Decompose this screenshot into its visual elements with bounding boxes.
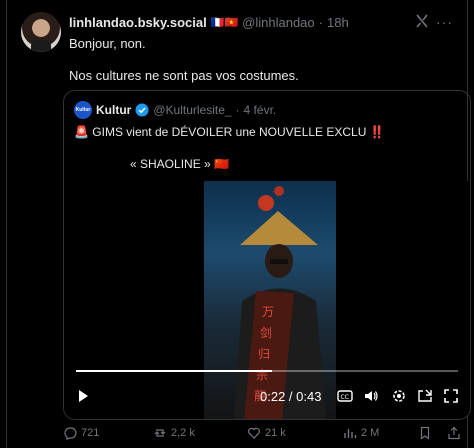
repost-icon xyxy=(154,429,166,437)
author-avatar[interactable] xyxy=(21,12,61,52)
quote-avatar[interactable]: Kultur xyxy=(74,101,92,119)
views-icon xyxy=(344,429,357,438)
pip-icon[interactable] xyxy=(416,387,434,405)
video-overlay-glyph-1: 万 xyxy=(262,305,274,319)
more-icon[interactable]: ··· xyxy=(436,14,453,30)
post-text-line1: Bonjour, non. xyxy=(69,36,146,51)
views-count: 2 M xyxy=(361,427,380,439)
author-flags: 🇫🇷🇻🇳 xyxy=(210,16,239,29)
repost-button[interactable]: 2,2 k xyxy=(153,426,195,440)
svg-text:CC: CC xyxy=(341,394,349,401)
verified-icon xyxy=(135,103,149,117)
quote-text-line1: 🚨 GIMS vient de DÉVOILER une NOUVELLE EX… xyxy=(74,125,385,139)
reply-button[interactable]: 721 xyxy=(63,426,99,440)
video-controls: 0:22 / 0:43 CC xyxy=(64,379,470,415)
quote-text-line2: « SHAOLINE » 🇨🇳 xyxy=(130,157,229,171)
share-icon xyxy=(448,426,460,440)
video-progress-fill xyxy=(76,370,272,372)
repost-count: 2,2 k xyxy=(171,427,195,439)
bookmark-button[interactable] xyxy=(418,426,432,440)
play-icon[interactable] xyxy=(74,387,92,405)
reply-icon xyxy=(64,427,77,440)
quote-author-name[interactable]: Kultur xyxy=(96,103,131,117)
video-time: 0:22 / 0:43 xyxy=(260,389,322,404)
like-icon xyxy=(248,427,260,439)
post-container: linhlandao.bsky.social 🇫🇷🇻🇳 @linhlandao … xyxy=(6,0,471,448)
author-name[interactable]: linhlandao.bsky.social xyxy=(69,15,207,30)
post-text-line2: Nos cultures ne sont pas vos costumes. xyxy=(69,68,299,83)
video-overlay-glyph-3: 归 xyxy=(258,347,270,361)
grok-icon[interactable] xyxy=(415,14,429,28)
cc-icon[interactable]: CC xyxy=(336,387,354,405)
views-button[interactable]: 2 M xyxy=(343,426,379,440)
header-separator: · xyxy=(318,14,323,30)
quote-separator: · xyxy=(235,103,240,117)
post-actions: 721 2,2 k 21 k 2 M xyxy=(63,424,471,442)
quote-handle[interactable]: @Kulturlesite_ xyxy=(153,103,231,117)
post-header: linhlandao.bsky.social 🇫🇷🇻🇳 @linhlandao … xyxy=(69,13,427,31)
video-overlay-glyph-2: 剑 xyxy=(260,325,272,340)
like-count: 21 k xyxy=(265,427,286,439)
author-handle[interactable]: @linhlandao xyxy=(242,15,314,30)
fullscreen-icon[interactable] xyxy=(442,387,460,405)
quote-header: Kultur Kultur @Kulturlesite_ · 4 févr. xyxy=(74,101,276,119)
video-progress-bar[interactable] xyxy=(76,370,458,372)
quoted-post[interactable]: Kultur Kultur @Kulturlesite_ · 4 févr. 🚨… xyxy=(63,90,471,420)
share-button[interactable] xyxy=(447,426,461,440)
like-button[interactable]: 21 k xyxy=(247,426,286,440)
bookmark-icon xyxy=(420,426,430,440)
reply-count: 721 xyxy=(81,427,100,439)
post-time[interactable]: 18h xyxy=(327,15,349,30)
settings-icon[interactable] xyxy=(390,387,408,405)
quote-date[interactable]: 4 févr. xyxy=(244,103,277,117)
volume-icon[interactable] xyxy=(362,387,380,405)
